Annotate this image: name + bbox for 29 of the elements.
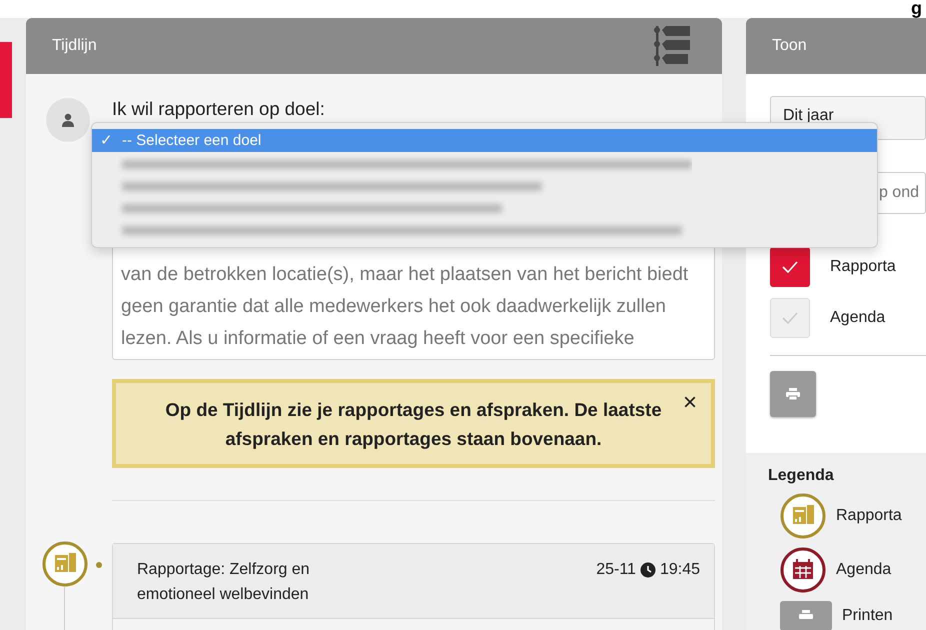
report-icon: [780, 493, 826, 539]
close-button[interactable]: ×: [682, 391, 697, 415]
check-icon: [782, 312, 798, 324]
print-button[interactable]: [770, 371, 816, 417]
legend-title: Legenda: [768, 467, 835, 485]
report-card[interactable]: Rapportage: Zelfzorg en emotioneel welbevinden 25-11 19:45: [112, 543, 715, 630]
print-icon: [780, 601, 832, 630]
legend-label: Agenda: [836, 561, 892, 579]
panel-title: Tijdlijn: [52, 37, 97, 55]
legend-label: Printen: [842, 607, 893, 625]
clock-icon: [640, 562, 656, 578]
legend-label: Rapporta: [836, 507, 902, 525]
report-icon: [42, 541, 88, 587]
heading-fragment: g: [911, 0, 922, 18]
report-date: 25-11: [596, 560, 636, 580]
timeline-list-icon: [652, 24, 692, 68]
filter-label: Agenda: [830, 309, 886, 327]
report-title: Rapportage: Zelfzorg en emotioneel welbevinden: [137, 560, 311, 605]
checkbox[interactable]: [770, 247, 810, 287]
filter-label: Rapporta: [830, 258, 896, 276]
report-time: 19:45: [660, 560, 700, 580]
goal-label: Ik wil rapporteren op doel:: [112, 98, 326, 120]
printer-icon: [786, 388, 800, 400]
timeline-dot: [96, 562, 102, 568]
check-icon: [782, 261, 798, 273]
panel-title: Toon: [772, 37, 807, 55]
person-icon: [61, 113, 75, 127]
calendar-icon: [780, 547, 826, 593]
alert-text: Op de Tijdlijn zie je rapportages en afspraken. De laatste afspraken en rapportages staan bovenaan.: [164, 398, 663, 451]
